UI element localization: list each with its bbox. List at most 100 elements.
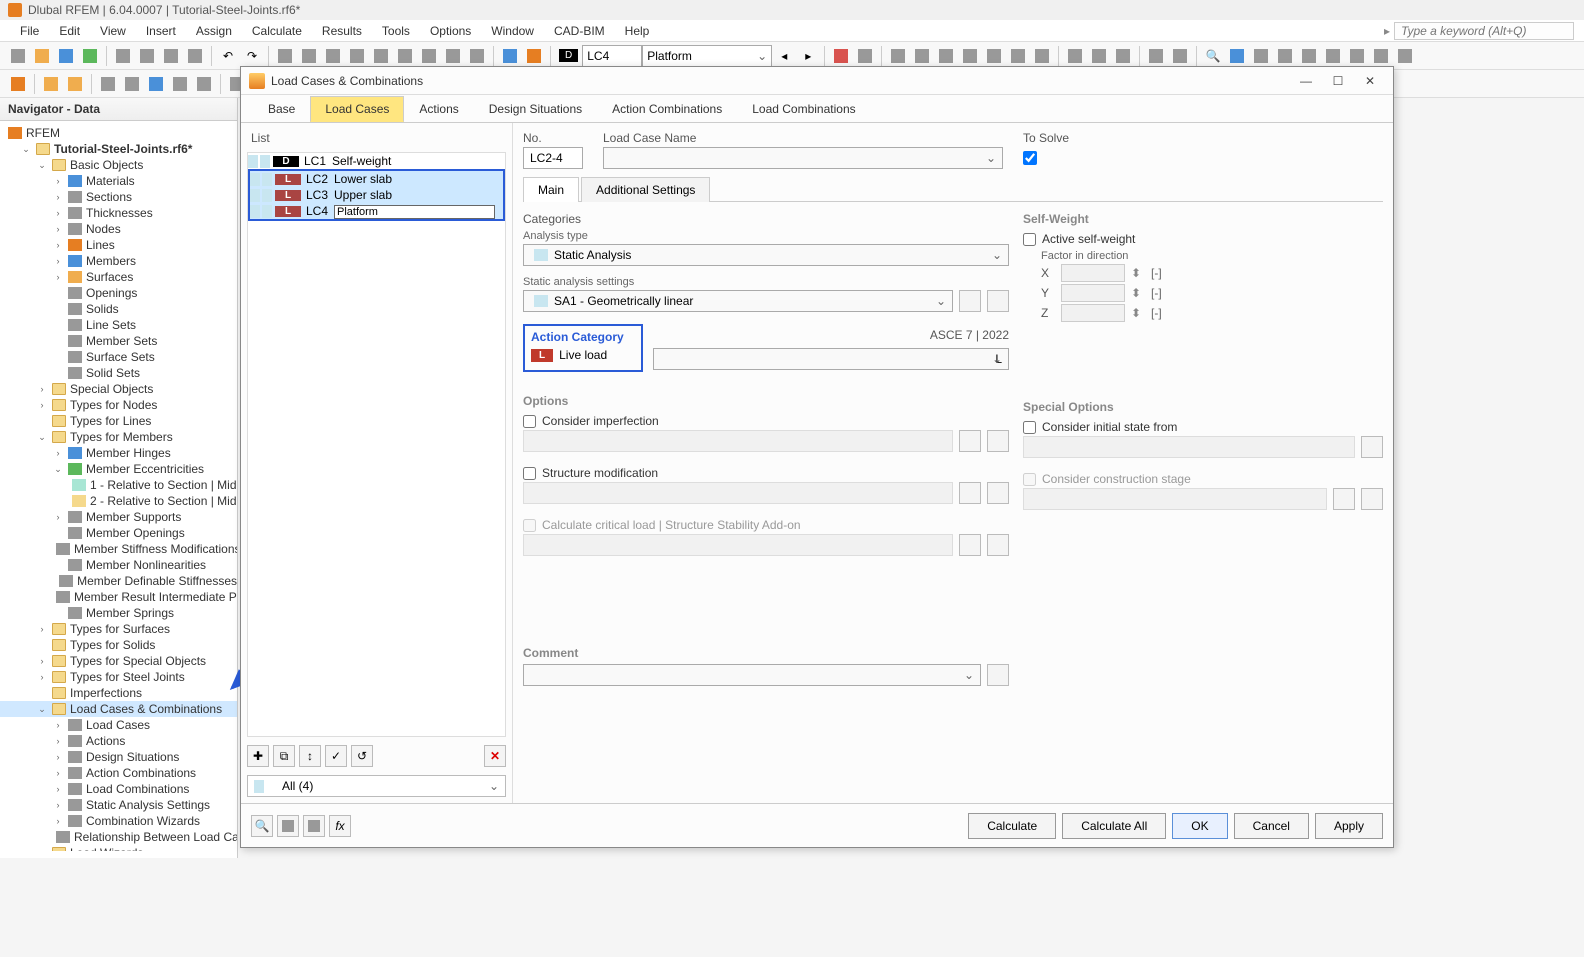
tree-lcc-cw[interactable]: ›Combination Wizards <box>0 813 237 829</box>
view3-icon[interactable] <box>322 45 344 67</box>
tool-e-icon[interactable] <box>983 45 1005 67</box>
search-icon[interactable]: 🔍 <box>1202 45 1224 67</box>
tree-member-defstiff[interactable]: Member Definable Stiffnesses <box>0 573 237 589</box>
lc-row-2[interactable]: L LC2 Lower slab <box>250 171 503 187</box>
tree-member-openings[interactable]: Member Openings <box>0 525 237 541</box>
sas-edit-button[interactable] <box>987 290 1009 312</box>
opt-structmod-check[interactable] <box>523 467 536 480</box>
copy-icon[interactable] <box>112 45 134 67</box>
tab-base[interactable]: Base <box>253 96 310 122</box>
list-delete-button[interactable]: ✕ <box>484 745 506 767</box>
tool-b-icon[interactable] <box>911 45 933 67</box>
tree-types-surfaces[interactable]: ›Types for Surfaces <box>0 621 237 637</box>
opt2-edit[interactable] <box>987 482 1009 504</box>
sas-new-button[interactable] <box>959 290 981 312</box>
menu-tools[interactable]: Tools <box>372 21 420 41</box>
navigator-tree[interactable]: RFEM ⌄Tutorial-Steel-Joints.rf6* ⌄Basic … <box>0 121 237 851</box>
footer-tool1-button[interactable] <box>277 815 299 837</box>
lc-name-edit[interactable] <box>332 204 503 219</box>
sw-active-check[interactable] <box>1023 233 1036 246</box>
dim-icon[interactable] <box>1298 45 1320 67</box>
tree-materials[interactable]: ›Materials <box>0 173 237 189</box>
tree-member-hinges[interactable]: ›Member Hinges <box>0 445 237 461</box>
cancel-button[interactable]: Cancel <box>1234 813 1309 839</box>
view8-icon[interactable] <box>442 45 464 67</box>
cloud-icon[interactable] <box>1226 45 1248 67</box>
lc-row-4[interactable]: L LC4 <box>250 203 503 219</box>
tree-lcc-ac[interactable]: ›Action Combinations <box>0 765 237 781</box>
next-lc-icon[interactable]: ▸ <box>797 45 819 67</box>
calculate-button[interactable]: Calculate <box>968 813 1056 839</box>
sec-tool-1-icon[interactable] <box>7 73 29 95</box>
tree-member-springs[interactable]: Member Springs <box>0 605 237 621</box>
tree-imperfections[interactable]: Imperfections <box>0 685 237 701</box>
sec-tool-6-icon[interactable] <box>145 73 167 95</box>
view6-icon[interactable] <box>394 45 416 67</box>
tool-d-icon[interactable] <box>959 45 981 67</box>
tool-i-icon[interactable] <box>1088 45 1110 67</box>
footer-find-button[interactable]: 🔍 <box>251 815 273 837</box>
tree-linesets[interactable]: Line Sets <box>0 317 237 333</box>
loads-icon[interactable] <box>499 45 521 67</box>
tree-types-steeljoints[interactable]: ›Types for Steel Joints <box>0 669 237 685</box>
sec-tool-2-icon[interactable] <box>40 73 62 95</box>
open-file-icon[interactable] <box>31 45 53 67</box>
grid-icon[interactable] <box>1322 45 1344 67</box>
tool-k-icon[interactable] <box>1145 45 1167 67</box>
view9-icon[interactable] <box>466 45 488 67</box>
tree-nodes[interactable]: ›Nodes <box>0 221 237 237</box>
menu-results[interactable]: Results <box>312 21 372 41</box>
menu-insert[interactable]: Insert <box>136 21 186 41</box>
result-icon[interactable] <box>523 45 545 67</box>
print-icon[interactable] <box>160 45 182 67</box>
comment-combo[interactable]: ⌄ <box>523 664 981 686</box>
opt3-edit[interactable] <box>987 534 1009 556</box>
view2-icon[interactable] <box>298 45 320 67</box>
tree-project[interactable]: ⌄Tutorial-Steel-Joints.rf6* <box>0 141 237 157</box>
opt1-new[interactable] <box>959 430 981 452</box>
tree-lcc-lc[interactable]: ›Load Combinations <box>0 781 237 797</box>
loadcase-code-combo[interactable]: LC4 <box>582 45 642 67</box>
close-button[interactable]: ✕ <box>1355 71 1385 91</box>
tool-j-icon[interactable] <box>1112 45 1134 67</box>
menu-view[interactable]: View <box>90 21 136 41</box>
tree-membersets[interactable]: Member Sets <box>0 333 237 349</box>
tree-members[interactable]: ›Members <box>0 253 237 269</box>
tree-lcc-ds[interactable]: ›Design Situations <box>0 749 237 765</box>
tab-load-combinations[interactable]: Load Combinations <box>737 96 870 122</box>
comment-edit[interactable] <box>987 664 1009 686</box>
tool-f-icon[interactable] <box>1007 45 1029 67</box>
intab-main[interactable]: Main <box>523 177 579 202</box>
sec-tool-5-icon[interactable] <box>121 73 143 95</box>
menu-cadbim[interactable]: CAD-BIM <box>544 21 615 41</box>
preview-icon[interactable] <box>184 45 206 67</box>
sp-initialstate-check[interactable] <box>1023 421 1036 434</box>
list-new-button[interactable]: ✚ <box>247 745 269 767</box>
info-icon[interactable] <box>1394 45 1416 67</box>
tool-g-icon[interactable] <box>1031 45 1053 67</box>
tab-design-situations[interactable]: Design Situations <box>474 96 597 122</box>
menu-options[interactable]: Options <box>420 21 481 41</box>
save-icon[interactable] <box>55 45 77 67</box>
footer-tool2-button[interactable] <box>303 815 325 837</box>
tree-ecc-2[interactable]: 2 - Relative to Section | Middle - <box>0 493 237 509</box>
tree-lcc-actions[interactable]: ›Actions <box>0 733 237 749</box>
opt2-new[interactable] <box>959 482 981 504</box>
menu-calculate[interactable]: Calculate <box>242 21 312 41</box>
undo-icon[interactable]: ↶ <box>217 45 239 67</box>
sp1-edit[interactable] <box>1361 436 1383 458</box>
script-icon[interactable] <box>79 45 101 67</box>
tool-c-icon[interactable] <box>935 45 957 67</box>
keyword-input[interactable] <box>1394 22 1574 40</box>
opt1-edit[interactable] <box>987 430 1009 452</box>
sec-tool-8-icon[interactable] <box>193 73 215 95</box>
tree-solids[interactable]: Solids <box>0 301 237 317</box>
loadcase-name-combo[interactable]: Platform⌄ <box>642 45 772 67</box>
tab-action-combinations[interactable]: Action Combinations <box>597 96 737 122</box>
tree-types-members[interactable]: ⌄Types for Members <box>0 429 237 445</box>
filter1-icon[interactable] <box>830 45 852 67</box>
tree-lcc-sas[interactable]: ›Static Analysis Settings <box>0 797 237 813</box>
tool-h-icon[interactable] <box>1064 45 1086 67</box>
action-letter-combo[interactable]: L⌄ <box>653 348 1009 370</box>
sec-tool-7-icon[interactable] <box>169 73 191 95</box>
